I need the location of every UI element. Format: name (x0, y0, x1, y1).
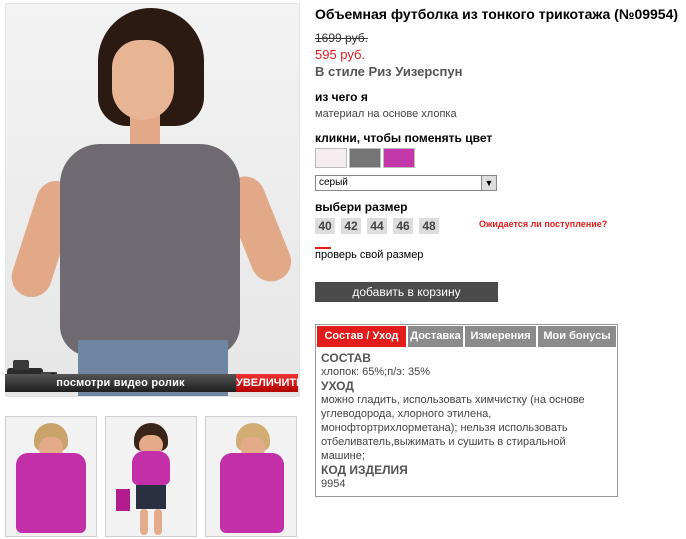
thumb-top (132, 451, 170, 485)
material-heading: из чего я (315, 90, 368, 104)
brand-style: В стиле Риз Уизерспун (315, 64, 463, 79)
thumb-leg (140, 509, 148, 535)
chevron-down-icon[interactable]: ▼ (481, 176, 496, 190)
thumb-leg (154, 509, 162, 535)
check-size-link[interactable]: проверь свой размер (315, 249, 423, 261)
tab-my-bonuses[interactable]: Мои бонусы (538, 326, 616, 347)
main-product-photo[interactable] (5, 3, 300, 397)
care-text: можно гладить, использовать химчистку (н… (321, 394, 585, 462)
color-swatch-grey[interactable] (349, 148, 381, 168)
thumb-top (220, 453, 284, 533)
thumbnail-2[interactable] (105, 416, 197, 537)
tab-content: СОСТАВ хлопок: 65%;п/э: 35% УХОД можно г… (321, 351, 611, 491)
color-swatch-magenta[interactable] (383, 148, 415, 168)
product-code: 9954 (321, 478, 346, 490)
new-price: 595 руб. (315, 47, 366, 62)
watch-video-button[interactable]: посмотри видео ролик (5, 374, 236, 392)
color-swatch-white[interactable] (315, 148, 347, 168)
model-face (112, 40, 174, 120)
color-select[interactable]: серый ▼ (315, 175, 497, 191)
add-to-cart-button[interactable]: добавить в корзину (315, 282, 498, 302)
awaited-stock-link[interactable]: Ожидается ли поступление? (479, 219, 607, 229)
model-tshirt (60, 144, 240, 356)
old-price: 1699 руб. (315, 31, 368, 45)
color-heading: кликни, чтобы поменять цвет (315, 131, 493, 145)
size-option-44[interactable]: 44 (367, 218, 387, 234)
material-text: материал на основе хлопка (315, 108, 457, 120)
composition-text: хлопок: 65%;п/э: 35% (321, 366, 430, 378)
size-option-42[interactable]: 42 (341, 218, 361, 234)
ruler-icon (315, 241, 331, 249)
color-select-value: серый (319, 177, 348, 188)
thumb-bag (116, 489, 130, 511)
thumbnail-3[interactable] (205, 416, 297, 537)
size-option-40[interactable]: 40 (315, 218, 335, 234)
size-option-46[interactable]: 46 (393, 218, 413, 234)
details-tabbox: Состав / Уход Доставка Измерения Мои бон… (315, 324, 618, 497)
product-title: Объемная футболка из тонкого трикотажа (… (315, 6, 679, 22)
thumbnail-1[interactable] (5, 416, 97, 537)
enlarge-button[interactable]: УВЕЛИЧИТЬ (236, 374, 304, 392)
code-heading: КОД ИЗДЕЛИЯ (321, 463, 408, 477)
thumb-top (16, 453, 86, 533)
tab-delivery[interactable]: Доставка (408, 326, 463, 347)
composition-heading: СОСТАВ (321, 351, 371, 365)
tab-measurements[interactable]: Измерения (465, 326, 536, 347)
tab-composition-care[interactable]: Состав / Уход (317, 326, 406, 347)
size-option-48[interactable]: 48 (419, 218, 439, 234)
size-heading: выбери размер (315, 200, 408, 214)
care-heading: УХОД (321, 379, 354, 393)
thumb-skirt (136, 485, 166, 509)
